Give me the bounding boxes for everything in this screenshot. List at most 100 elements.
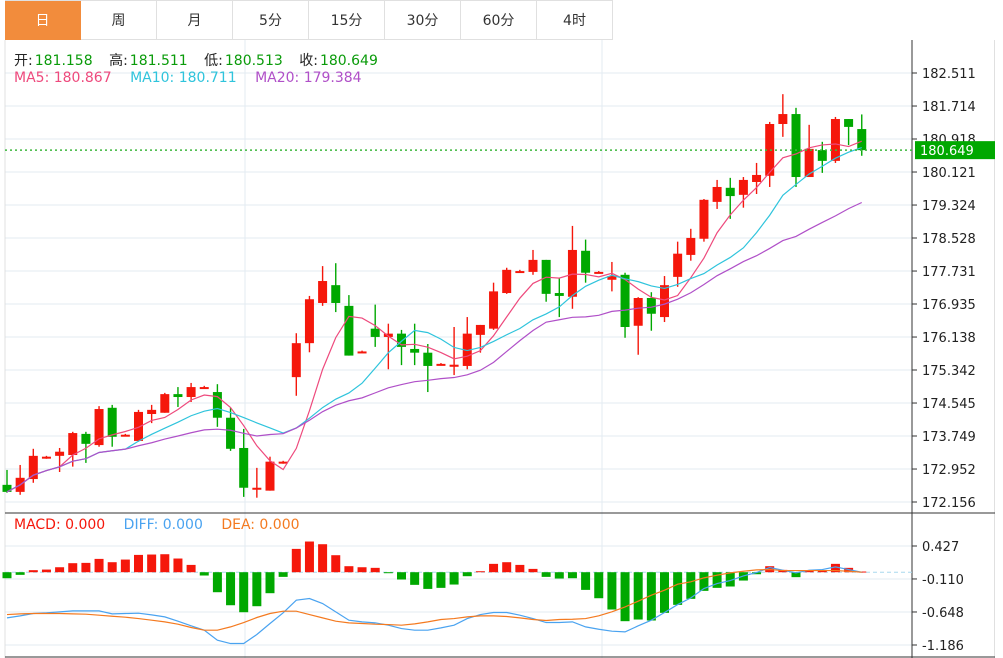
candle xyxy=(502,267,512,294)
candle-body xyxy=(567,249,577,297)
candle-body xyxy=(186,387,196,398)
candle-body xyxy=(318,281,328,303)
candle xyxy=(791,107,801,187)
candle-body xyxy=(844,119,854,127)
candle xyxy=(752,162,762,195)
candle xyxy=(449,327,459,376)
candle-body xyxy=(291,343,301,378)
macd-bar xyxy=(502,562,512,573)
candle xyxy=(265,456,275,491)
ma20-value: MA20: 179.384 xyxy=(255,70,362,86)
macd-bar xyxy=(528,568,538,573)
macd-bar xyxy=(673,572,683,605)
candle xyxy=(436,363,446,366)
macd-bar xyxy=(541,572,551,577)
candle xyxy=(686,228,696,261)
candle-body xyxy=(528,259,538,272)
y-tick-label: 180.121 xyxy=(922,166,976,181)
candle-body xyxy=(830,119,840,161)
candle-body xyxy=(673,253,683,277)
candle xyxy=(673,241,683,287)
macd-bar xyxy=(489,563,499,573)
macd-bar xyxy=(462,572,472,577)
candle-body xyxy=(423,352,433,366)
macd-bar xyxy=(581,572,591,590)
macd-bar xyxy=(186,564,196,573)
candle-body xyxy=(357,351,367,354)
candle-body xyxy=(436,363,446,366)
macd-bar xyxy=(199,572,209,576)
candle-body xyxy=(81,433,91,444)
y-tick-label: 178.528 xyxy=(922,232,976,247)
macd-bar xyxy=(515,564,525,573)
candle-body xyxy=(265,461,275,491)
candle-body xyxy=(173,394,183,398)
macd-y-tick-label: -0.110 xyxy=(922,573,964,588)
candle-body xyxy=(857,129,867,151)
candle-body xyxy=(134,411,143,441)
macd-y-tick-label: -0.648 xyxy=(922,606,964,621)
candle xyxy=(515,269,525,274)
candle xyxy=(278,460,288,464)
y-tick-label: 176.138 xyxy=(922,331,976,346)
macd-bar xyxy=(68,563,78,573)
candle xyxy=(541,259,551,302)
diff-value: DIFF: 0.000 xyxy=(123,517,203,533)
candle-body xyxy=(686,237,696,255)
candle xyxy=(462,317,472,370)
macd-bar xyxy=(370,567,380,573)
ma20-line xyxy=(6,201,863,493)
macd-bar xyxy=(226,572,236,606)
macd-bar xyxy=(567,572,577,579)
candle-body xyxy=(304,299,314,344)
candle xyxy=(778,94,788,137)
macd-bar xyxy=(173,558,183,573)
macd-bar xyxy=(660,572,669,613)
y-tick-label: 173.749 xyxy=(922,430,976,445)
macd-bar xyxy=(304,541,314,573)
candle-body xyxy=(344,305,354,356)
high-value: 181.511 xyxy=(129,53,188,69)
candle-body xyxy=(778,114,788,124)
macd-bar xyxy=(212,572,222,593)
candle-body xyxy=(226,417,236,449)
macd-bar xyxy=(120,559,130,573)
macd-bar xyxy=(94,558,104,573)
macd-bar xyxy=(107,562,117,573)
y-tick-label: 174.545 xyxy=(922,397,976,412)
candle xyxy=(55,447,65,473)
candle xyxy=(239,428,249,497)
macd-bar xyxy=(686,572,696,599)
candle xyxy=(830,116,840,163)
candle xyxy=(528,249,538,275)
macd-bar xyxy=(239,572,249,613)
candle xyxy=(699,198,709,242)
macd-bar xyxy=(436,572,446,588)
macd-bar xyxy=(278,572,288,577)
close-value: 180.649 xyxy=(319,53,378,69)
macd-bar xyxy=(554,572,564,579)
low-label: 低: xyxy=(204,53,223,69)
ma-readout: MA5: 180.867 MA10: 180.711 MA20: 179.384 xyxy=(14,70,364,86)
macd-readout: MACD: 0.000 DIFF: 0.000 DEA: 0.000 xyxy=(14,517,302,533)
candle xyxy=(489,282,499,330)
ohlc-readout: 开: 181.158 高: 181.511 低: 180.513 收: 180.649 xyxy=(14,50,380,70)
candle xyxy=(383,323,393,370)
candle-body xyxy=(633,298,643,326)
macd-bar xyxy=(633,572,643,620)
candle-body xyxy=(502,269,512,294)
candle-body xyxy=(554,293,564,296)
macd-bar xyxy=(607,572,617,610)
macd-bar xyxy=(291,548,301,573)
candle-body xyxy=(475,324,485,335)
candle-body xyxy=(199,387,209,390)
close-label: 收: xyxy=(299,53,318,69)
macd-value: MACD: 0.000 xyxy=(14,517,106,533)
y-tick-label: 172.952 xyxy=(922,463,976,478)
y-tick-label: 175.342 xyxy=(922,364,976,379)
candle xyxy=(2,469,12,493)
candle-body xyxy=(660,285,669,318)
kline-chart[interactable]: 182.511181.714180.918180.121179.324178.5… xyxy=(0,0,1003,658)
candle-body xyxy=(370,328,380,337)
candle-body xyxy=(449,364,459,367)
